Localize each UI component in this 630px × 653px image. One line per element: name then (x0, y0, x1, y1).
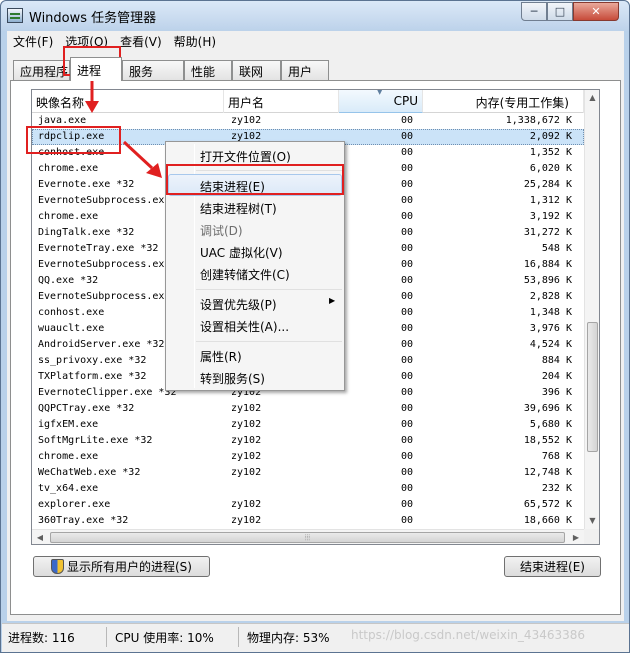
annotation-arrows (85, 80, 162, 178)
annotation-arrowhead (85, 101, 99, 113)
tab-processes[interactable]: 进程 (70, 57, 122, 81)
annotation-arrow-diagonal (122, 140, 154, 170)
